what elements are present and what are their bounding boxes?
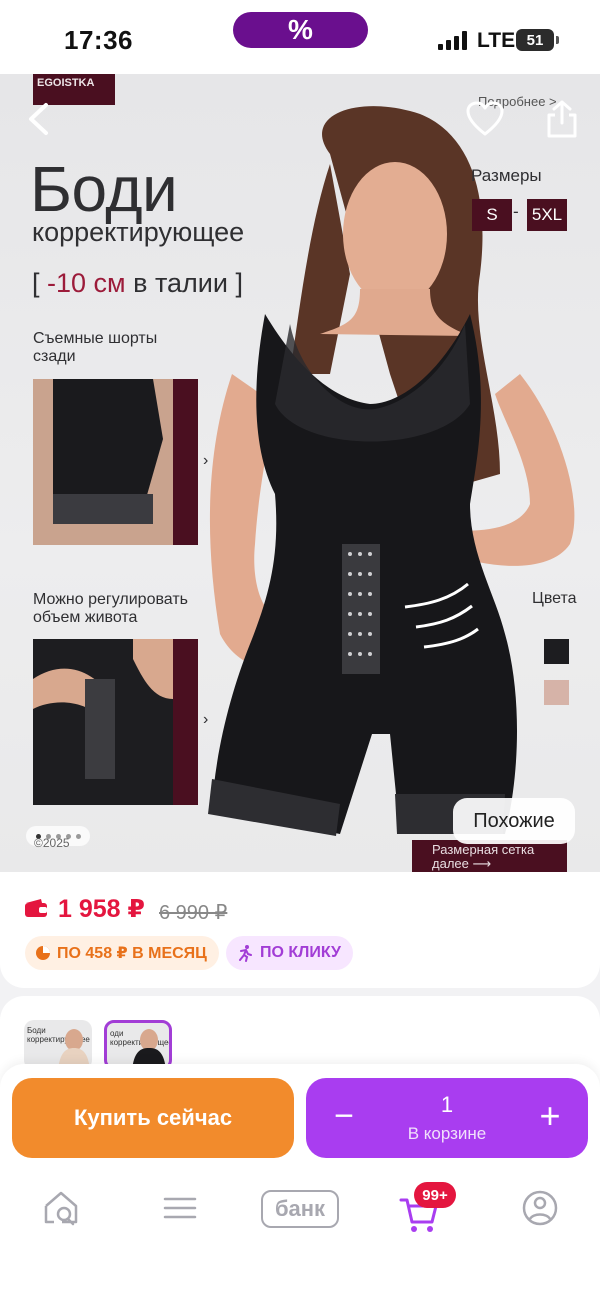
bank-tab[interactable]: банк — [261, 1190, 339, 1228]
variant-thumb-2-photo — [132, 1029, 166, 1067]
hook-panel-photo — [33, 639, 173, 805]
home-search-icon[interactable] — [40, 1188, 82, 1228]
color-swatch-black — [544, 639, 569, 664]
claim-rest: в талии ] — [125, 268, 243, 298]
purchase-action-bar: Купить сейчас − 1 В корзине + — [0, 1064, 600, 1174]
carousel-dot[interactable] — [75, 833, 81, 839]
brand-logo: EGOISTKA — [33, 74, 115, 105]
price-old: 6 990 ₽ — [159, 902, 228, 924]
price-card: 1 958 ₽ 6 990 ₽ ПО 458 ₽ В МЕСЯЦ ПО КЛИК… — [0, 872, 600, 988]
one-click-chip[interactable]: ПО КЛИКУ — [226, 936, 353, 970]
sizes-label: Размеры — [471, 166, 542, 185]
price-current: 1 958 ₽ — [58, 895, 145, 923]
installment-chip[interactable]: ПО 458 ₽ В МЕСЯЦ — [25, 936, 219, 970]
size-min-badge: S — [472, 199, 512, 231]
feature-2-label: Можно регулировать объем живота — [33, 591, 188, 626]
feature-2-arrow: › — [203, 711, 209, 728]
feature-1-image — [33, 379, 173, 545]
cart-quantity-control: − 1 В корзине + — [306, 1078, 588, 1158]
pie-chart-icon — [36, 946, 50, 960]
running-person-icon — [239, 945, 252, 962]
promo-pill[interactable]: % — [233, 12, 368, 48]
color-swatch-beige — [544, 680, 569, 705]
hero-title: Боди — [30, 153, 178, 225]
share-icon[interactable] — [545, 99, 579, 139]
network-label: LTE — [477, 29, 516, 52]
variant-thumb-1-photo — [58, 1029, 90, 1070]
bottom-tab-bar: банк 99+ — [0, 1174, 600, 1297]
heart-icon[interactable] — [466, 101, 504, 137]
product-image-carousel[interactable]: EGOISTKA Подробнее > Боди корректирующее… — [0, 74, 600, 872]
feature-2-image — [33, 639, 173, 805]
increase-quantity-button[interactable]: + — [532, 1095, 568, 1136]
claim-open: [ — [32, 268, 48, 298]
claim-accent: -10 см — [47, 268, 126, 298]
size-max-badge: 5XL — [527, 199, 567, 231]
feature-1-accent — [173, 379, 198, 545]
feature-1-arrow: › — [203, 452, 209, 469]
size-dash: - — [513, 202, 519, 221]
size-grid-link[interactable]: Размерная сетка далее ⟶ — [412, 840, 567, 872]
hero-subtitle: корректирующее — [32, 217, 245, 247]
product-page: 17:36 % LTE 51 EGOISTKA Подробнее > Боди… — [0, 0, 600, 1297]
cart-count-badge: 99+ — [414, 1182, 456, 1208]
similar-button[interactable]: Похожие — [453, 798, 575, 844]
battery-icon: 51 — [516, 29, 559, 51]
variant-thumb-1[interactable]: Боди корректирующее — [24, 1020, 92, 1070]
back-icon[interactable] — [26, 102, 52, 136]
colors-label: Цвета — [532, 590, 577, 607]
status-time: 17:36 — [64, 25, 133, 55]
feature-1-label: Съемные шорты сзади — [33, 330, 158, 365]
copyright: ©2025 — [34, 836, 70, 850]
variant-thumb-2[interactable]: оди корректирующее — [104, 1020, 172, 1070]
installment-label: ПО 458 ₽ В МЕСЯЦ — [57, 945, 207, 962]
buy-now-button[interactable]: Купить сейчас — [12, 1078, 294, 1158]
wallet-icon — [25, 899, 47, 917]
signal-icon — [438, 30, 467, 50]
shorts-back-photo — [33, 379, 173, 545]
hero-claim: [ -10 см в талии ] — [32, 268, 243, 299]
feature-2-accent — [173, 639, 198, 805]
one-click-label: ПО КЛИКУ — [260, 944, 341, 961]
catalog-menu-icon[interactable] — [160, 1188, 200, 1228]
profile-icon[interactable] — [520, 1188, 560, 1228]
status-bar: 17:36 % LTE 51 — [0, 0, 600, 74]
